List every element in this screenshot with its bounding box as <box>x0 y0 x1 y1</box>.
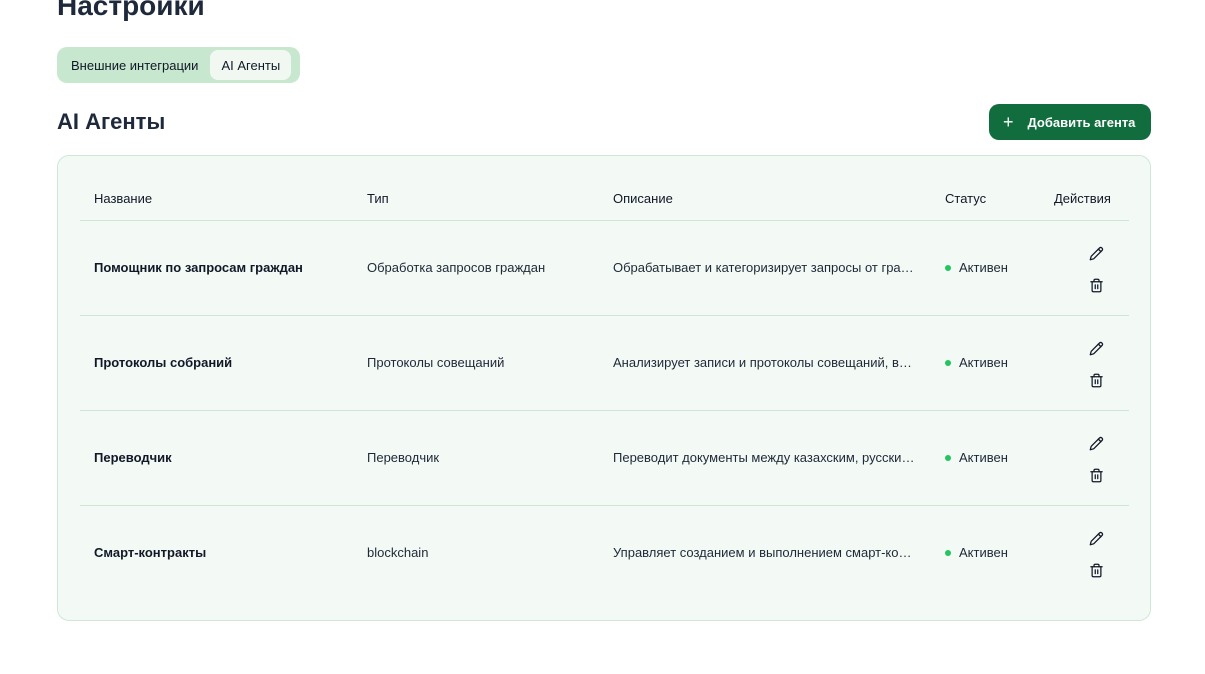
page-title: Настройки <box>57 0 205 21</box>
agent-name: Помощник по запросам граждан <box>94 260 303 275</box>
column-header-actions: Действия <box>1054 191 1111 206</box>
delete-button[interactable] <box>1086 560 1106 580</box>
agent-status: Активен <box>945 316 1008 410</box>
status-label: Активен <box>959 545 1008 560</box>
agent-name: Протоколы собраний <box>94 355 233 370</box>
edit-button[interactable] <box>1086 243 1106 263</box>
trash-icon <box>1089 373 1103 387</box>
status-dot-icon <box>945 264 951 271</box>
agent-status: Активен <box>945 506 1008 600</box>
status-dot-icon <box>945 454 951 461</box>
agents-card: Название Тип Описание Статус Действия По… <box>57 155 1151 621</box>
trash-icon <box>1089 278 1103 292</box>
pencil-icon <box>1089 246 1103 260</box>
table-body: Помощник по запросам граждан Обработка з… <box>80 221 1129 600</box>
table-row: Смарт-контракты blockchain Управляет соз… <box>80 506 1129 600</box>
table-header: Название Тип Описание Статус Действия <box>80 178 1129 221</box>
section-title: AI Агенты <box>57 109 166 134</box>
table-row: Помощник по запросам граждан Обработка з… <box>80 221 1129 316</box>
plus-icon: + <box>1003 112 1014 132</box>
edit-button[interactable] <box>1086 433 1106 453</box>
delete-button[interactable] <box>1086 370 1106 390</box>
agent-description: Анализирует записи и протоколы совещаний… <box>613 355 915 370</box>
agent-name: Переводчик <box>94 450 172 465</box>
status-label: Активен <box>959 260 1008 275</box>
agents-table: Название Тип Описание Статус Действия По… <box>80 178 1129 600</box>
tab-ai-agents[interactable]: AI Агенты <box>210 50 292 80</box>
status-dot-icon <box>945 359 951 366</box>
column-header-description: Описание <box>613 191 673 206</box>
agent-type: Обработка запросов граждан <box>367 260 546 275</box>
table-row: Протоколы собраний Протоколы совещаний А… <box>80 316 1129 411</box>
agent-type: Протоколы совещаний <box>367 355 505 370</box>
pencil-icon <box>1089 436 1103 450</box>
row-actions <box>1086 338 1106 390</box>
agent-name: Смарт-контракты <box>94 545 207 560</box>
agent-type: Переводчик <box>367 450 440 465</box>
edit-button[interactable] <box>1086 528 1106 548</box>
trash-icon <box>1089 468 1103 482</box>
status-label: Активен <box>959 450 1008 465</box>
pencil-icon <box>1089 531 1103 545</box>
add-agent-button[interactable]: + Добавить агента <box>989 104 1151 140</box>
table-row: Переводчик Переводчик Переводит документ… <box>80 411 1129 506</box>
row-actions <box>1086 243 1106 295</box>
row-actions <box>1086 433 1106 485</box>
add-agent-label: Добавить агента <box>1027 114 1136 130</box>
trash-icon <box>1089 563 1103 577</box>
column-header-name: Название <box>94 191 153 206</box>
agent-type: blockchain <box>367 545 429 560</box>
agent-description: Обрабатывает и категоризирует запросы от… <box>613 260 915 275</box>
row-actions <box>1086 528 1106 580</box>
agent-description: Управляет созданием и выполнением смарт-… <box>613 545 915 560</box>
column-header-status: Статус <box>945 191 987 206</box>
agent-status: Активен <box>945 221 1008 315</box>
status-dot-icon <box>945 549 951 556</box>
settings-tabs: Внешние интеграции AI Агенты <box>57 47 300 83</box>
pencil-icon <box>1089 341 1103 355</box>
delete-button[interactable] <box>1086 275 1106 295</box>
tab-external-integrations[interactable]: Внешние интеграции <box>60 50 209 80</box>
delete-button[interactable] <box>1086 465 1106 485</box>
agent-status: Активен <box>945 411 1008 505</box>
status-label: Активен <box>959 355 1008 370</box>
column-header-type: Тип <box>367 191 389 206</box>
agent-description: Переводит документы между казахским, рус… <box>613 450 915 465</box>
edit-button[interactable] <box>1086 338 1106 358</box>
